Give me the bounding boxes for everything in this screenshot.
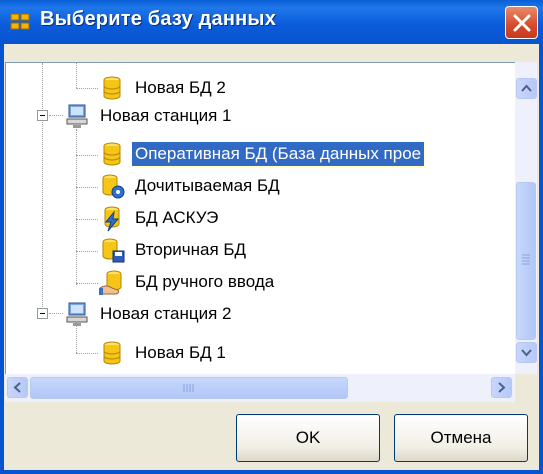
scroll-right-button[interactable] — [491, 377, 512, 398]
database-icon — [98, 339, 126, 367]
tree-item-label: Дочитываемая БД — [135, 176, 280, 195]
vertical-scroll-thumb[interactable] — [516, 182, 536, 340]
horizontal-scrollbar[interactable] — [5, 374, 515, 402]
grip-icon — [183, 384, 194, 392]
close-button[interactable] — [505, 6, 538, 39]
title-bar[interactable]: Выберите базу данных — [0, 0, 543, 44]
tree-item-label: БД АСКУЭ — [135, 208, 219, 227]
database-tree-icon — [10, 11, 32, 33]
scroll-left-button[interactable] — [7, 377, 28, 398]
database-tree[interactable]: Новая БД 2 Новая станция 1 Оперативная Б… — [5, 62, 515, 402]
scrollbar-corner — [515, 374, 537, 402]
tree-item-label: Новая станция 2 — [100, 304, 232, 323]
tree-item-label: Вторичная БД — [135, 240, 247, 259]
computer-icon — [63, 300, 91, 328]
database-lightning-icon — [98, 204, 126, 232]
tree-item-selected[interactable]: Оперативная БД (База данных прое — [98, 139, 426, 169]
tree-item[interactable]: Новая станция 1 — [63, 101, 235, 131]
database-disk-icon — [98, 236, 126, 264]
cancel-button[interactable]: Отмена — [394, 414, 528, 462]
tree-item-label: Новая БД 2 — [135, 78, 226, 97]
tree-item[interactable]: Новая станция 2 — [63, 299, 235, 329]
tree-item[interactable]: Новая БД 1 — [98, 338, 229, 368]
tree-item-label: Оперативная БД (База данных прое — [130, 141, 426, 167]
computer-icon — [63, 102, 91, 130]
collapse-icon[interactable] — [37, 110, 48, 121]
tree-item[interactable]: Дочитываемая БД — [98, 171, 283, 201]
dialog-window: Выберите базу данных Новая БД 2 Новая ст… — [0, 0, 543, 474]
tree-item[interactable]: БД АСКУЭ — [98, 203, 221, 233]
database-icon — [98, 74, 126, 102]
chevron-down-icon — [521, 349, 532, 357]
grip-icon — [522, 254, 530, 265]
database-icon — [98, 140, 126, 168]
collapse-icon[interactable] — [37, 308, 48, 319]
chevron-left-icon — [13, 382, 21, 393]
vertical-scrollbar[interactable] — [515, 62, 537, 402]
tree-item-label: БД ручного ввода — [135, 272, 275, 291]
scroll-down-button[interactable] — [516, 342, 537, 363]
database-hand-icon — [98, 268, 126, 296]
tree-item-label: Новая станция 1 — [100, 106, 232, 125]
tree-item-label: Новая БД 1 — [135, 343, 226, 362]
window-title: Выберите базу данных — [40, 8, 277, 30]
close-icon — [513, 14, 531, 32]
tree-item[interactable]: Вторичная БД — [98, 235, 249, 265]
horizontal-scroll-thumb[interactable] — [30, 377, 348, 399]
chevron-right-icon — [498, 382, 506, 393]
database-gear-icon — [98, 172, 126, 200]
ok-button[interactable]: OK — [236, 414, 380, 462]
scroll-up-button[interactable] — [516, 78, 537, 99]
tree-item[interactable]: Новая БД 2 — [98, 73, 229, 103]
chevron-up-icon — [521, 84, 532, 92]
tree-item[interactable]: БД ручного ввода — [98, 267, 277, 297]
